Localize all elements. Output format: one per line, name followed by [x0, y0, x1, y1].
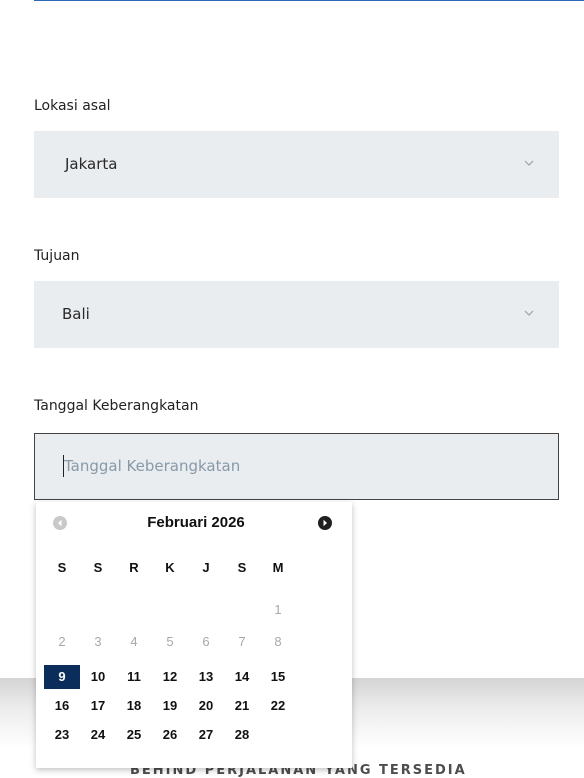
destination-value: Bali [62, 305, 90, 323]
calendar-day: 2 [58, 634, 66, 649]
calendar-day[interactable]: 11 [118, 666, 150, 688]
top-divider [34, 0, 584, 1]
calendar-day[interactable]: 26 [154, 724, 186, 746]
weekday-header: M [272, 560, 284, 575]
origin-select[interactable]: Jakarta [34, 131, 559, 198]
calendar-day[interactable]: 13 [190, 666, 222, 688]
calendar-day: 1 [274, 602, 282, 617]
calendar-day-selected[interactable]: 9 [44, 665, 80, 689]
departure-date-placeholder: Tanggal Keberangkatan [64, 457, 241, 475]
weekday-header: S [57, 560, 67, 575]
calendar-day[interactable]: 22 [262, 695, 294, 717]
weekday-header: J [202, 560, 210, 575]
calendar-day: 8 [274, 634, 282, 649]
calendar-day: 5 [166, 634, 174, 649]
chevron-down-icon [524, 160, 534, 166]
calendar-day[interactable]: 27 [190, 724, 222, 746]
calendar-day[interactable]: 25 [118, 724, 150, 746]
calendar-day: 6 [202, 634, 210, 649]
prev-month-button[interactable] [53, 516, 67, 530]
calendar-day[interactable]: 15 [262, 666, 294, 688]
calendar-day[interactable]: 14 [226, 666, 258, 688]
date-picker-calendar: Februari 2026 S S R K J S M 1 2 3 4 5 6 7 8 9 10 11 12 13 14… [36, 502, 352, 768]
calendar-day[interactable]: 21 [226, 695, 258, 717]
departure-date-label: Tanggal Keberangkatan [34, 398, 199, 414]
calendar-month-title: Februari 2026 [147, 514, 245, 531]
weekday-header: K [165, 560, 175, 575]
origin-label: Lokasi asal [34, 98, 111, 114]
origin-value: Jakarta [65, 155, 118, 173]
weekday-header: S [93, 560, 103, 575]
weekday-header: R [129, 560, 139, 575]
chevron-left-circle-icon [58, 519, 62, 527]
departure-date-input[interactable]: Tanggal Keberangkatan [34, 433, 559, 500]
calendar-day[interactable]: 17 [82, 695, 114, 717]
chevron-down-icon [524, 310, 534, 316]
calendar-day[interactable]: 12 [154, 666, 186, 688]
calendar-day: 7 [238, 634, 246, 649]
calendar-day[interactable]: 24 [82, 724, 114, 746]
calendar-day[interactable]: 28 [226, 724, 258, 746]
calendar-day[interactable]: 18 [118, 695, 150, 717]
calendar-day[interactable]: 10 [82, 666, 114, 688]
destination-label: Tujuan [34, 248, 80, 264]
calendar-day[interactable]: 20 [190, 695, 222, 717]
chevron-right-circle-icon [323, 519, 327, 527]
weekday-header: S [237, 560, 247, 575]
calendar-day[interactable]: 16 [46, 695, 78, 717]
calendar-day[interactable]: 23 [46, 724, 78, 746]
calendar-day: 4 [130, 634, 138, 649]
calendar-day: 3 [94, 634, 102, 649]
destination-select[interactable]: Bali [34, 281, 559, 348]
next-month-button[interactable] [318, 516, 332, 530]
calendar-day[interactable]: 19 [154, 695, 186, 717]
